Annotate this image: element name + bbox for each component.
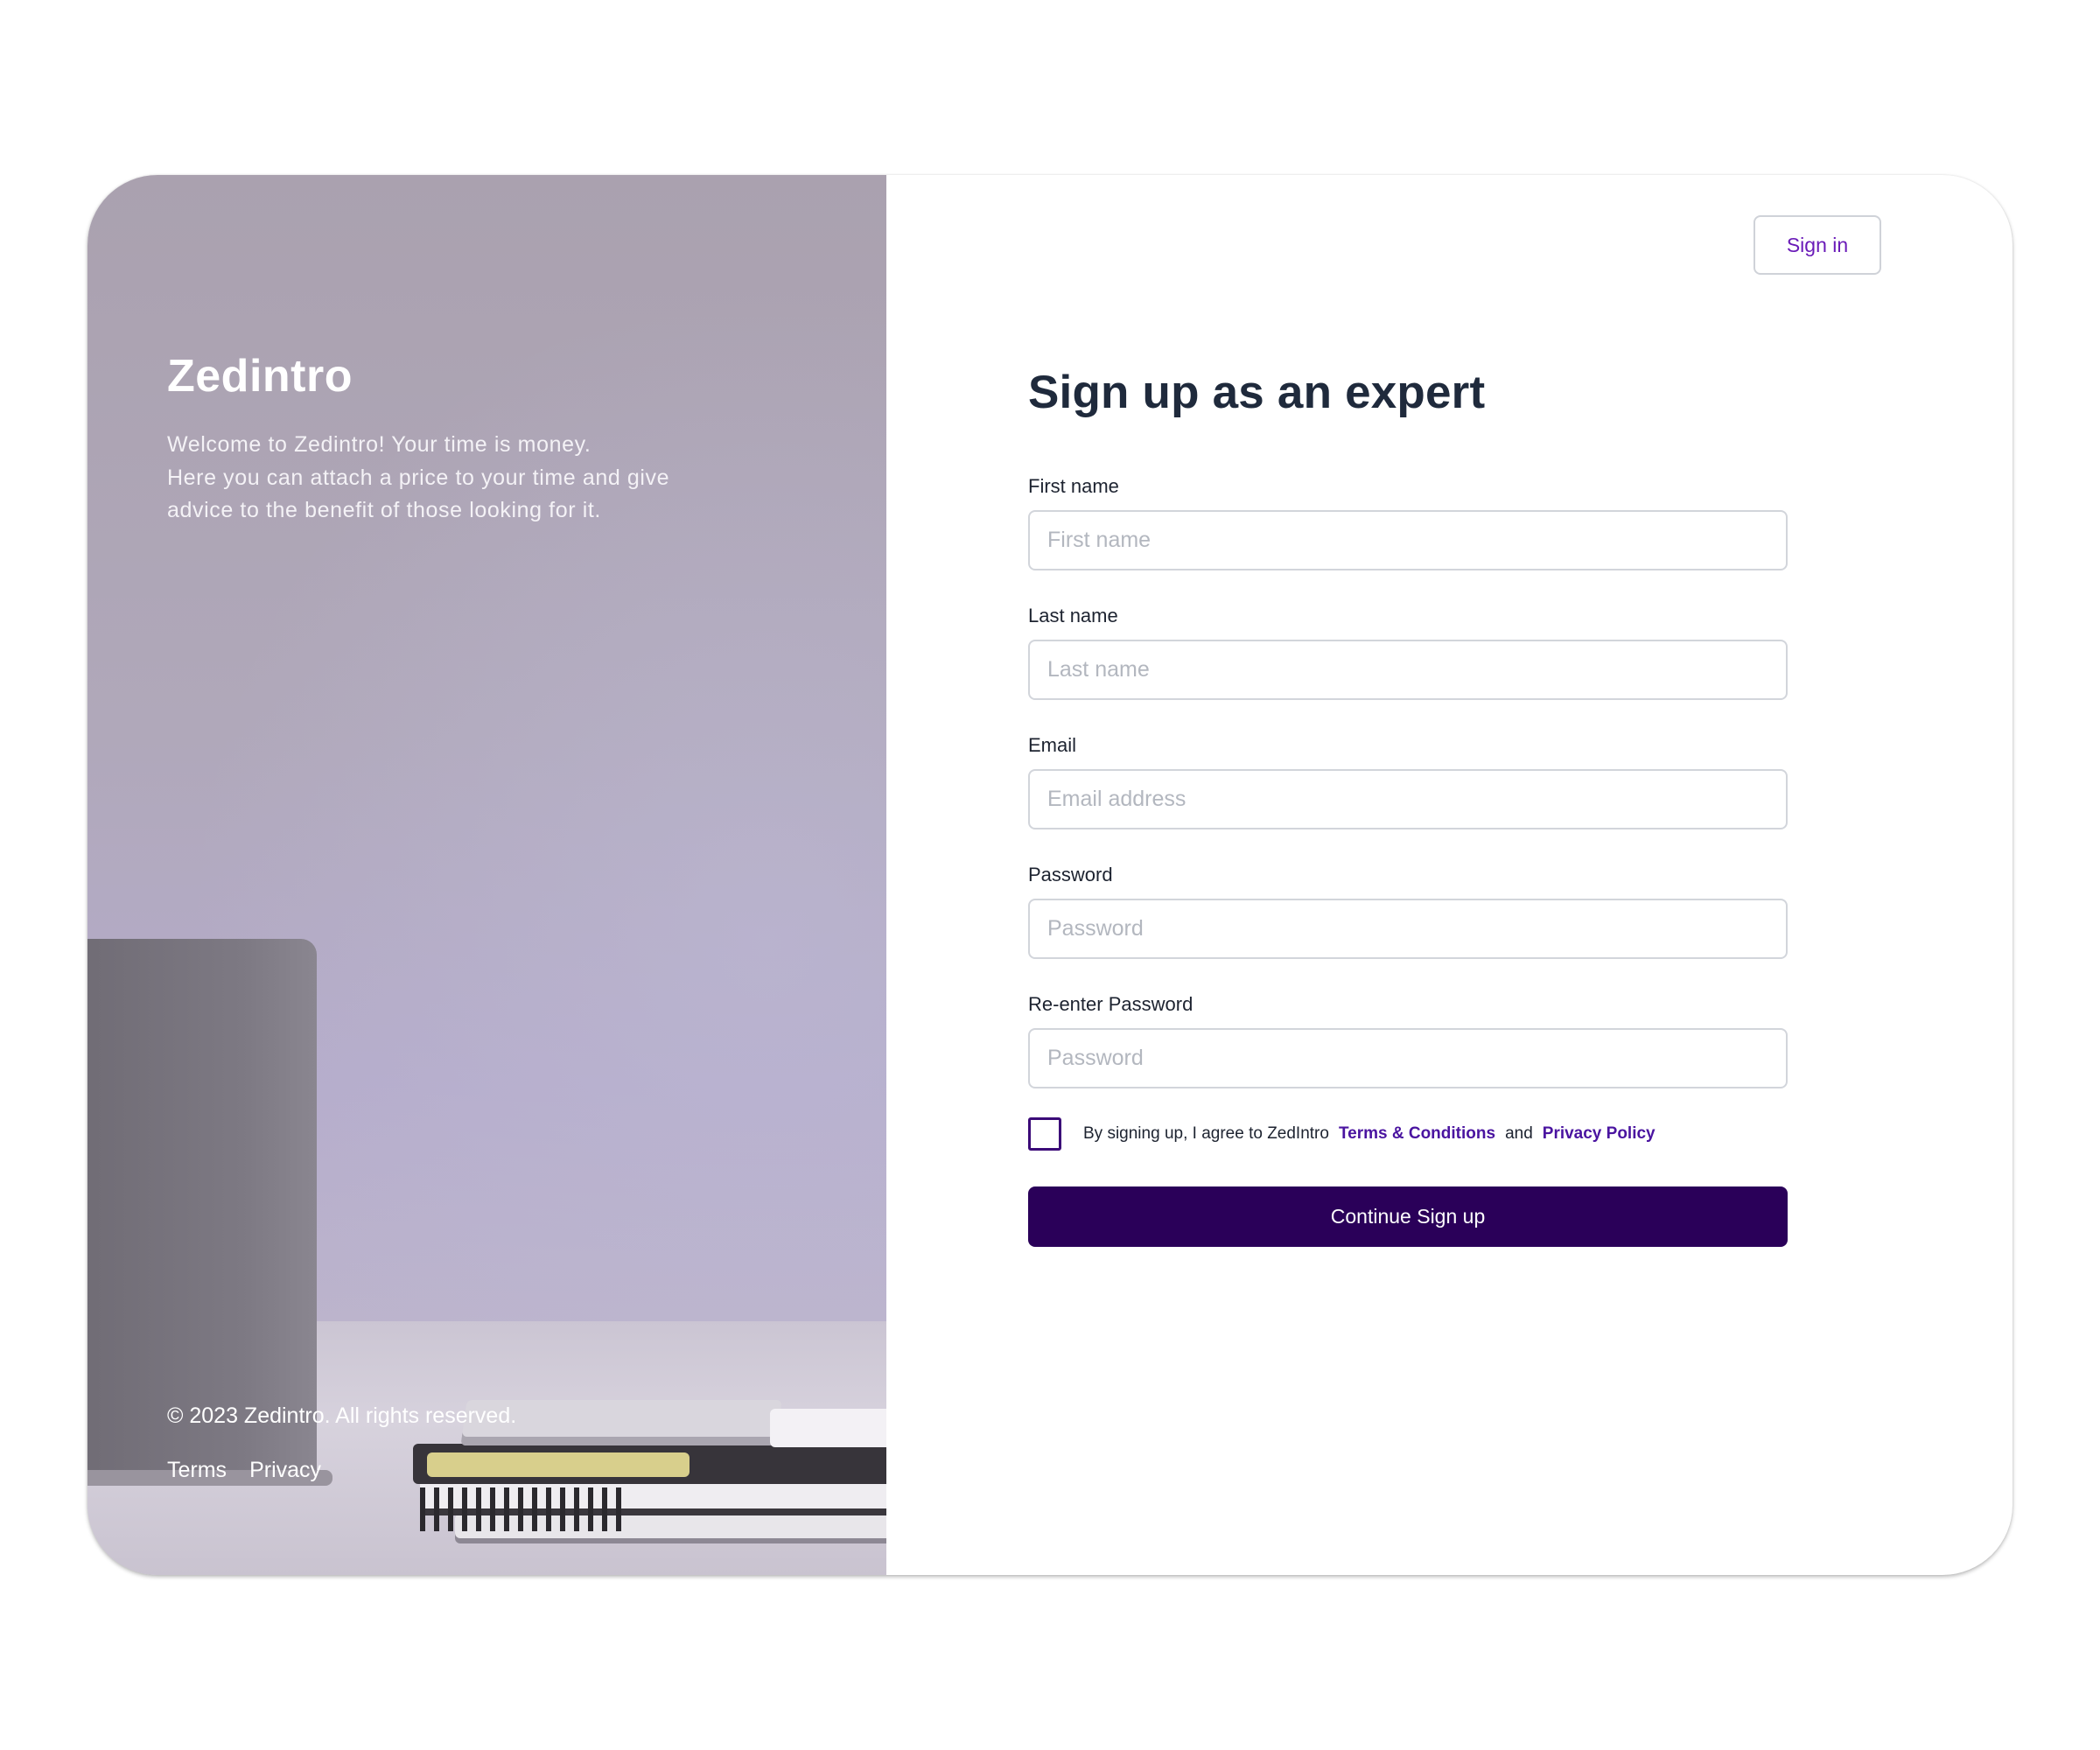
copyright-text: © 2023 Zedintro. All rights reserved. [167,1404,517,1428]
last-name-input[interactable] [1028,640,1788,700]
password-label: Password [1028,864,1113,886]
terms-link[interactable]: Terms [167,1458,227,1483]
confirm-password-input[interactable] [1028,1028,1788,1088]
continue-signup-button[interactable]: Continue Sign up [1028,1186,1788,1247]
terms-prefix-text: By signing up, I agree to ZedIntro [1083,1124,1329,1143]
terms-agreement-row: By signing up, I agree to ZedIntro Terms… [1028,1117,1656,1151]
hero-laptop-image [88,939,317,1481]
password-input[interactable] [1028,899,1788,959]
confirm-password-label: Re-enter Password [1028,993,1194,1015]
welcome-line: Welcome to Zedintro! Your time is money. [167,432,592,457]
email-input[interactable] [1028,769,1788,830]
email-label: Email [1028,734,1077,756]
footer-links: Terms Privacy [167,1458,321,1483]
terms-conditions-link[interactable]: Terms & Conditions [1339,1124,1495,1144]
welcome-line: advice to the benefit of those looking f… [167,498,601,522]
signup-card: Zedintro Welcome to Zedintro! Your time … [88,175,2012,1575]
sign-in-button[interactable]: Sign in [1754,215,1881,275]
hero-book [427,1452,690,1477]
last-name-label: Last name [1028,605,1118,626]
brand-name: Zedintro [167,351,353,402]
page-title: Sign up as an expert [1028,367,1486,418]
privacy-link[interactable]: Privacy [249,1458,321,1483]
terms-checkbox[interactable] [1028,1117,1061,1151]
hero-book [770,1409,886,1447]
hero-notebook-spiral [420,1488,630,1531]
privacy-policy-link[interactable]: Privacy Policy [1543,1124,1656,1144]
terms-and-text: and [1505,1124,1533,1143]
welcome-line: Here you can attach a price to your time… [167,465,670,490]
first-name-label: First name [1028,475,1119,497]
first-name-input[interactable] [1028,510,1788,570]
welcome-text: Welcome to Zedintro! Your time is money.… [167,429,745,528]
hero-panel: Zedintro Welcome to Zedintro! Your time … [88,175,886,1575]
